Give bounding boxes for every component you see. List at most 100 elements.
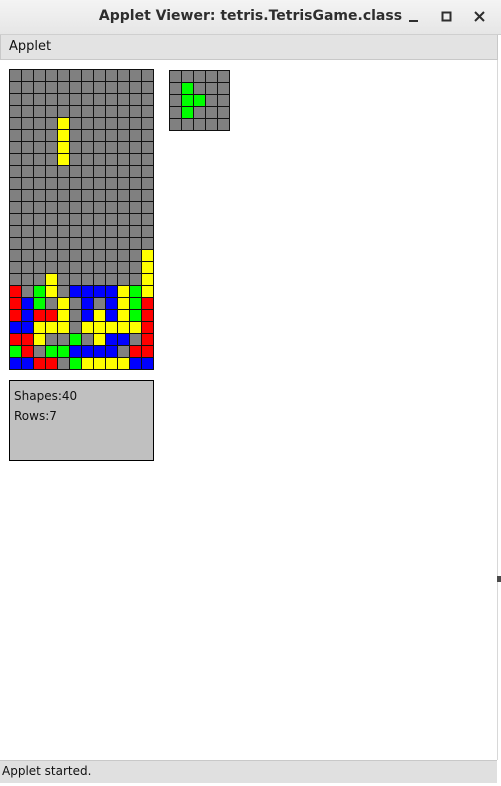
grid-cell (117, 213, 130, 226)
minimize-icon (409, 20, 418, 22)
grid-cell (129, 309, 142, 322)
grid-cell (33, 153, 46, 166)
grid-cell (33, 321, 46, 334)
grid-cell (117, 285, 130, 298)
grid-cell (69, 93, 82, 106)
grid-cell (45, 153, 58, 166)
grid-cell (129, 357, 142, 370)
grid-cell (45, 273, 58, 286)
grid-cell (169, 82, 182, 95)
grid-cell (69, 261, 82, 274)
grid-cell (105, 93, 118, 106)
grid-cell (93, 189, 106, 202)
grid-cell (193, 94, 206, 107)
grid-cell (33, 225, 46, 238)
grid-cell (33, 93, 46, 106)
grid-cell (9, 117, 22, 130)
menu-applet[interactable]: Applet (9, 39, 51, 54)
grid-cell (141, 309, 154, 322)
grid-cell (81, 333, 94, 346)
close-icon (474, 11, 485, 22)
grid-cell (129, 129, 142, 142)
stats-panel: Shapes:40 Rows:7 (9, 380, 154, 461)
grid-cell (57, 105, 70, 118)
grid-cell (45, 285, 58, 298)
grid-cell (93, 309, 106, 322)
grid-cell (33, 69, 46, 82)
grid-cell (81, 297, 94, 310)
minimize-button[interactable] (403, 6, 425, 28)
grid-cell (57, 357, 70, 370)
grid-cell (9, 297, 22, 310)
grid-cell (21, 129, 34, 142)
grid-cell (81, 237, 94, 250)
grid-cell (57, 189, 70, 202)
grid-cell (181, 106, 194, 119)
grid-cell (81, 93, 94, 106)
grid-cell (9, 237, 22, 250)
resize-handle[interactable] (497, 576, 501, 582)
maximize-button[interactable] (436, 6, 458, 28)
grid-cell (129, 177, 142, 190)
grid-cell (57, 225, 70, 238)
grid-cell (141, 249, 154, 262)
grid-cell (117, 273, 130, 286)
grid-cell (57, 213, 70, 226)
grid-cell (105, 237, 118, 250)
grid-cell (21, 345, 34, 358)
grid-cell (141, 141, 154, 154)
grid-cell (205, 106, 218, 119)
grid-cell (45, 357, 58, 370)
grid-cell (129, 237, 142, 250)
window-titlebar[interactable]: Applet Viewer: tetris.TetrisGame.class (0, 0, 501, 35)
grid-cell (9, 201, 22, 214)
grid-cell (81, 357, 94, 370)
grid-cell (69, 225, 82, 238)
grid-cell (69, 153, 82, 166)
game-board (9, 69, 154, 370)
grid-cell (69, 165, 82, 178)
grid-cell (117, 141, 130, 154)
grid-cell (21, 321, 34, 334)
grid-cell (129, 69, 142, 82)
grid-cell (117, 201, 130, 214)
grid-cell (81, 285, 94, 298)
grid-cell (93, 285, 106, 298)
grid-cell (93, 345, 106, 358)
grid-cell (105, 249, 118, 262)
grid-cell (81, 309, 94, 322)
grid-cell (57, 273, 70, 286)
grid-cell (9, 165, 22, 178)
grid-cell (9, 93, 22, 106)
grid-cell (129, 141, 142, 154)
grid-cell (169, 94, 182, 107)
grid-cell (105, 225, 118, 238)
grid-cell (93, 165, 106, 178)
grid-cell (181, 82, 194, 95)
grid-cell (57, 333, 70, 346)
grid-cell (45, 237, 58, 250)
grid-cell (33, 165, 46, 178)
grid-cell (193, 82, 206, 95)
grid-cell (45, 213, 58, 226)
grid-cell (33, 81, 46, 94)
grid-cell (141, 165, 154, 178)
grid-cell (129, 225, 142, 238)
rows-label: Rows: (14, 409, 50, 423)
grid-cell (69, 273, 82, 286)
grid-cell (33, 213, 46, 226)
grid-cell (169, 70, 182, 83)
grid-cell (205, 70, 218, 83)
grid-cell (93, 249, 106, 262)
grid-cell (93, 273, 106, 286)
window-title: Applet Viewer: tetris.TetrisGame.class (98, 8, 403, 24)
grid-cell (45, 345, 58, 358)
grid-cell (9, 249, 22, 262)
grid-cell (105, 357, 118, 370)
grid-cell (169, 106, 182, 119)
close-button[interactable] (469, 6, 491, 28)
grid-cell (21, 261, 34, 274)
grid-cell (129, 273, 142, 286)
grid-cell (117, 93, 130, 106)
grid-cell (69, 345, 82, 358)
